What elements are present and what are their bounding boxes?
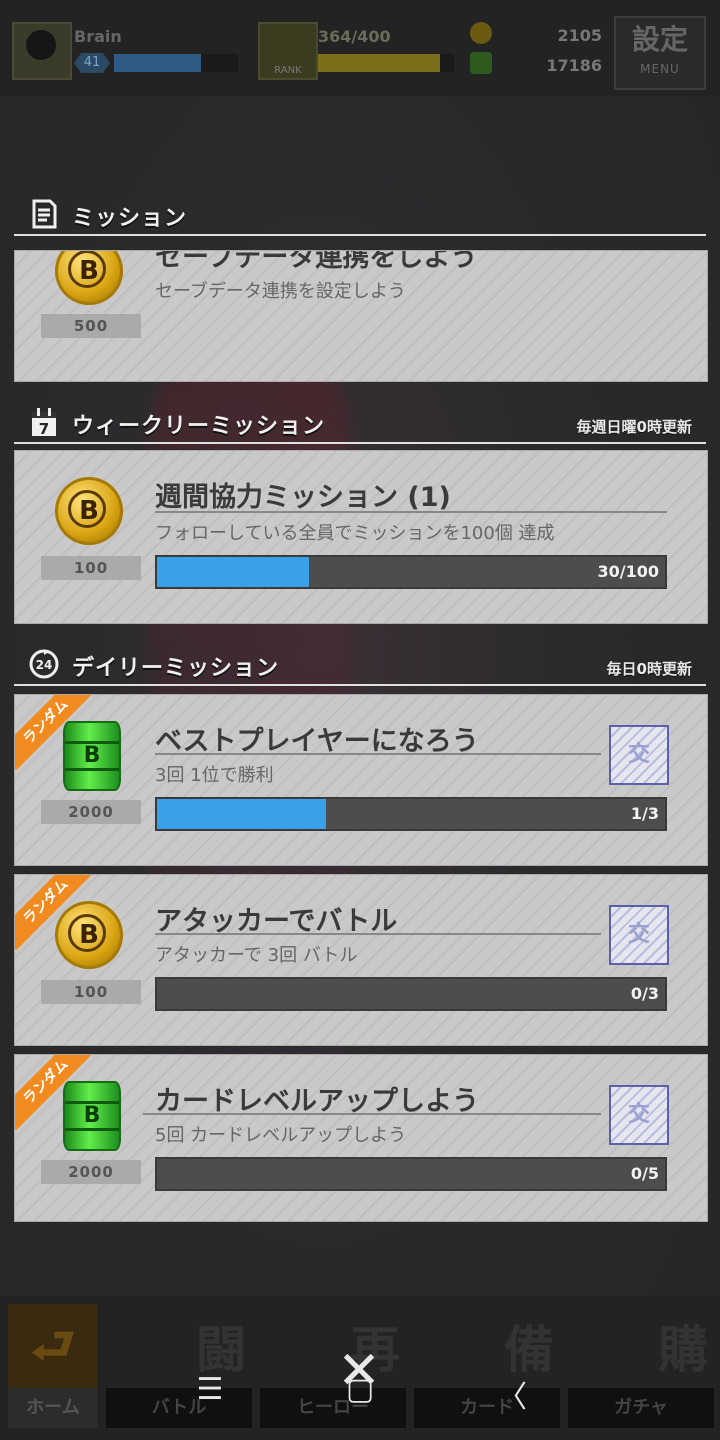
mission-title: 週間協力ミッション (1): [155, 482, 451, 513]
green-can-icon: [470, 52, 492, 74]
complete-check-icon[interactable]: 交: [609, 725, 669, 785]
status-bar: Brain 41 RANK 364/400 2105 17186 設定 MENU: [0, 0, 720, 96]
daily-mission-card[interactable]: ランダム B 2000 カードレベルアップしよう 5回 カードレベルアップしよう…: [14, 1054, 708, 1222]
progress-bar: 0/3: [155, 977, 667, 1011]
title-underline: [143, 1113, 601, 1115]
progress-bar: 30/100: [155, 555, 667, 589]
reward-amount: 2000: [41, 1160, 141, 1184]
progress-fill: [157, 557, 310, 587]
progress-bar: 0/5: [155, 1157, 667, 1191]
gold-coin-icon: B: [55, 901, 123, 969]
exp-bar: [114, 54, 238, 72]
daily-mission-card[interactable]: ランダム B 2000 ベストプレイヤーになろう 3回 1位で勝利 交 1/3: [14, 694, 708, 866]
green-can-icon: B: [63, 721, 121, 791]
menu-icon[interactable]: ☰: [190, 1372, 230, 1407]
complete-check-icon[interactable]: 交: [609, 905, 669, 965]
player-level-badge: 41: [74, 53, 110, 73]
reward-amount: 100: [41, 556, 141, 580]
progress-text: 1/3: [630, 804, 659, 823]
mission-description: 5回 カードレベルアップしよう: [155, 1125, 407, 1146]
mission-card-partial[interactable]: B 500 セーブデータ連携をしよう セーブデータ連携を設定しよう: [14, 250, 708, 382]
reward-amount: 2000: [41, 800, 141, 824]
coin-count: 2105: [557, 26, 602, 45]
home-square-icon[interactable]: ▢: [340, 1372, 380, 1407]
title-underline: [155, 753, 601, 755]
gold-coin-icon: B: [55, 251, 123, 305]
progress-fill: [157, 799, 327, 829]
title-underline: [155, 511, 667, 513]
gold-coin-icon: B: [55, 477, 123, 545]
green-can-icon: B: [63, 1081, 121, 1151]
menu-label: MENU: [640, 62, 680, 76]
mission-description: フォローしている全員でミッションを100個 達成: [155, 523, 555, 544]
title-underline: [155, 933, 601, 935]
settings-menu-button[interactable]: 設定 MENU: [614, 16, 706, 90]
can-count: 17186: [546, 56, 602, 75]
daily-section-header: 24 デイリーミッション 毎日0時更新: [14, 646, 706, 686]
progress-text: 0/5: [630, 1164, 659, 1183]
coin-icon: [470, 22, 492, 44]
mission-description: 3回 1位で勝利: [155, 765, 274, 786]
complete-check-icon[interactable]: 交: [609, 1085, 669, 1145]
back-icon[interactable]: 〈: [492, 1372, 532, 1416]
mission-description: アタッカーで 3回 バトル: [155, 945, 358, 966]
update-note: 毎週日曜0時更新: [576, 418, 692, 436]
mission-title: セーブデータ連携をしよう: [155, 250, 478, 273]
mission-section-header: ミッション: [14, 196, 706, 236]
update-note: 毎日0時更新: [606, 660, 692, 678]
settings-kanji: 設定: [631, 23, 688, 56]
daily-mission-card[interactable]: ランダム B 100 アタッカーでバトル アタッカーで 3回 バトル 交 0/3: [14, 874, 708, 1046]
document-icon: [32, 199, 57, 229]
section-title: デイリーミッション: [72, 656, 280, 681]
progress-text: 0/3: [630, 984, 659, 1003]
clock-24-icon: 24: [29, 649, 59, 679]
stamina-bar: [318, 54, 454, 72]
reward-amount: 100: [41, 980, 141, 1004]
rank-label: RANK: [274, 65, 302, 76]
weekly-section-header: 7 ウィークリーミッション 毎週日曜0時更新: [14, 404, 706, 444]
mission-description: セーブデータ連携を設定しよう: [155, 281, 406, 302]
stamina-value: 364/400: [318, 27, 391, 46]
section-title: ウィークリーミッション: [72, 414, 326, 439]
reward-amount: 500: [41, 314, 141, 338]
calendar-icon: 7: [32, 408, 56, 438]
player-avatar[interactable]: [12, 22, 72, 80]
clock-number: 24: [36, 658, 53, 672]
calendar-day: 7: [39, 420, 49, 438]
section-title: ミッション: [72, 206, 188, 231]
weekly-mission-card[interactable]: B 100 週間協力ミッション (1) フォローしている全員でミッションを100…: [14, 450, 708, 624]
progress-text: 30/100: [597, 562, 659, 581]
rank-icon: RANK: [258, 22, 318, 80]
progress-bar: 1/3: [155, 797, 667, 831]
player-name: Brain: [74, 27, 122, 46]
system-navigation-bar: ☰ ▢ 〈: [0, 1368, 720, 1416]
